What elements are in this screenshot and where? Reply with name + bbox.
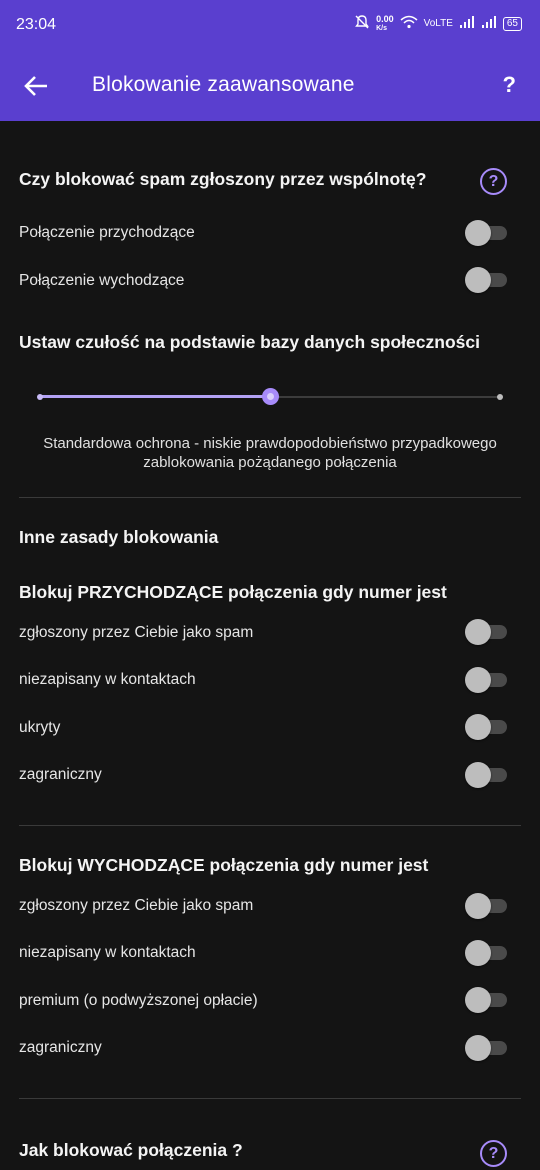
community-incoming-toggle[interactable] — [465, 220, 507, 246]
how-to-block-title: Jak blokować połączenia ? — [19, 1140, 243, 1160]
incoming-spam-toggle[interactable] — [465, 619, 507, 645]
status-icons: 0.00 K/s VoLTE 65 — [354, 14, 522, 33]
outgoing-premium-label: premium (o podwyższonej opłacie) — [19, 992, 258, 1009]
app-bar: 23:04 0.00 K/s VoLTE 65 Blokowanie zaawa… — [0, 0, 540, 121]
outgoing-block-title: Blokuj WYCHODZĄCE połączenia gdy numer j… — [19, 855, 429, 875]
network-speed: 0.00 K/s — [376, 13, 394, 32]
battery-indicator: 65 — [502, 16, 522, 31]
incoming-unsaved-toggle[interactable] — [465, 667, 507, 693]
sensitivity-description: Standardowa ochrona - niskie prawdopodob… — [43, 435, 497, 471]
sensitivity-title: Ustaw czułość na podstawie bazy danych s… — [19, 332, 480, 352]
settings-content: Czy blokować spam zgłoszony przez wspóln… — [0, 121, 540, 1170]
incoming-hidden-label: ukryty — [19, 719, 61, 736]
incoming-foreign-label: zagraniczny — [19, 766, 102, 783]
divider — [19, 497, 521, 498]
community-outgoing-toggle[interactable] — [465, 267, 507, 293]
outgoing-spam-label: zgłoszony przez Ciebie jako spam — [19, 897, 254, 914]
help-button[interactable]: ? — [503, 72, 516, 98]
volte-label: VoLTE — [423, 18, 453, 29]
incoming-block-title: Blokuj PRZYCHODZĄCE połączenia gdy numer… — [19, 582, 447, 602]
outgoing-foreign-toggle[interactable] — [465, 1035, 507, 1061]
status-bar: 23:04 0.00 K/s VoLTE 65 — [0, 0, 540, 50]
slider-fill — [40, 395, 270, 398]
help-circle-icon[interactable]: ? — [480, 1140, 507, 1167]
community-spam-title: Czy blokować spam zgłoszony przez wspóln… — [19, 169, 427, 189]
signal-icon-2 — [481, 16, 497, 31]
incoming-foreign-toggle[interactable] — [465, 762, 507, 788]
incoming-hidden-toggle[interactable] — [465, 714, 507, 740]
divider — [19, 1098, 521, 1099]
community-outgoing-label: Połączenie wychodzące — [19, 272, 185, 289]
outgoing-unsaved-label: niezapisany w kontaktach — [19, 944, 196, 961]
other-rules-title: Inne zasady blokowania — [19, 527, 219, 547]
incoming-spam-label: zgłoszony przez Ciebie jako spam — [19, 624, 254, 641]
back-arrow-icon[interactable] — [22, 72, 50, 100]
incoming-unsaved-label: niezapisany w kontaktach — [19, 671, 196, 688]
status-time: 23:04 — [16, 16, 57, 33]
outgoing-premium-toggle[interactable] — [465, 987, 507, 1013]
mute-icon — [354, 14, 370, 33]
help-circle-icon[interactable]: ? — [480, 168, 507, 195]
sensitivity-slider[interactable] — [36, 386, 504, 408]
outgoing-foreign-label: zagraniczny — [19, 1039, 102, 1056]
slider-knob[interactable] — [261, 388, 279, 405]
slider-end-dot — [497, 394, 503, 400]
outgoing-spam-toggle[interactable] — [465, 893, 507, 919]
community-incoming-label: Połączenie przychodzące — [19, 224, 195, 241]
signal-icon — [459, 16, 475, 31]
divider — [19, 825, 521, 826]
slider-start-dot — [37, 394, 43, 400]
page-title: Blokowanie zaawansowane — [92, 73, 355, 96]
outgoing-unsaved-toggle[interactable] — [465, 940, 507, 966]
wifi-icon — [400, 15, 418, 32]
